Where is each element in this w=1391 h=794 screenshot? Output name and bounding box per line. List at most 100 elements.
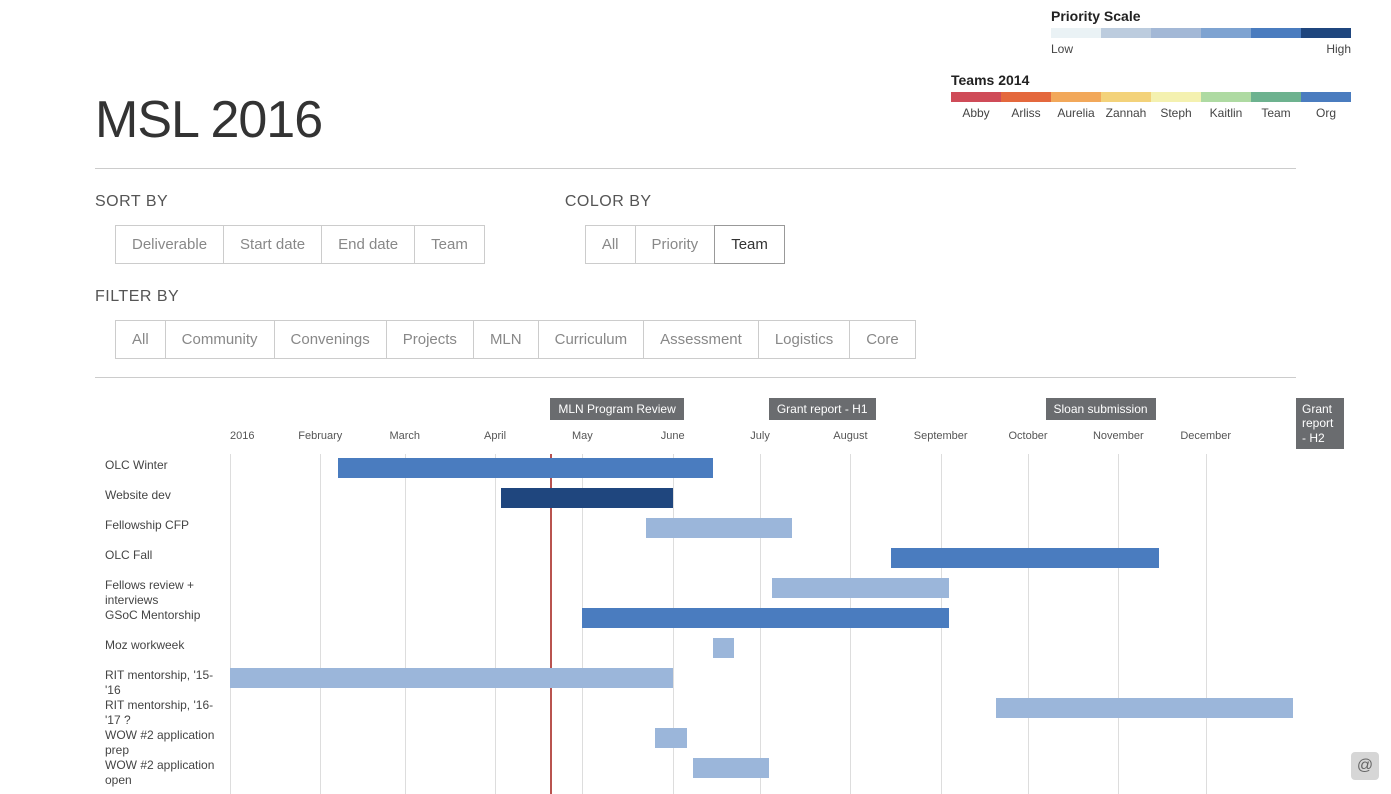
color-by-heading: COLOR BY <box>565 193 785 211</box>
sort-by-group: SORT BY DeliverableStart dateEnd dateTea… <box>95 193 485 264</box>
team-legend-label: Zannah <box>1101 106 1151 120</box>
priority-swatch <box>1151 28 1201 38</box>
team-swatch <box>1151 92 1201 102</box>
gantt-bar[interactable] <box>772 578 950 598</box>
gantt-bar[interactable] <box>646 518 792 538</box>
gantt-row-label: Moz workweek <box>105 634 230 653</box>
gantt-chart: MLN Program Review Grant report - H1 Sloan… <box>105 398 1296 794</box>
divider <box>95 168 1296 169</box>
team-legend-label: Aurelia <box>1051 106 1101 120</box>
team-legend-label: Arliss <box>1001 106 1051 120</box>
gantt-row-plot <box>230 694 1296 724</box>
gantt-row: Moz workweek <box>105 634 1296 664</box>
gantt-bar[interactable] <box>655 728 687 748</box>
gantt-row-label: Website dev <box>105 484 230 503</box>
team-legend-label: Org <box>1301 106 1351 120</box>
gantt-row-plot <box>230 754 1296 784</box>
gantt-bar[interactable] <box>582 608 949 628</box>
gantt-row: OLC Fall <box>105 544 1296 574</box>
priority-swatch <box>1201 28 1251 38</box>
team-swatch <box>1301 92 1351 102</box>
gantt-bar[interactable] <box>230 668 673 688</box>
gantt-row-plot <box>230 454 1296 484</box>
month-label: June <box>661 430 685 442</box>
month-label: 2016 <box>230 430 254 442</box>
filter-button-convenings[interactable]: Convenings <box>274 320 387 359</box>
gantt-row-plot <box>230 604 1296 634</box>
filter-button-community[interactable]: Community <box>165 320 275 359</box>
gantt-row: WOW #2 application prep <box>105 724 1296 754</box>
team-swatch <box>1251 92 1301 102</box>
notifications-button[interactable]: @ <box>1351 752 1379 780</box>
priority-high-label: High <box>1326 42 1351 56</box>
gantt-row: RIT mentorship, '15-'16 <box>105 664 1296 694</box>
gantt-bar[interactable] <box>693 758 769 778</box>
month-label: March <box>389 430 420 442</box>
filter-button-assessment[interactable]: Assessment <box>643 320 759 359</box>
month-label: August <box>833 430 867 442</box>
gantt-row-plot <box>230 484 1296 514</box>
sort-by-heading: SORT BY <box>95 193 485 211</box>
team-legend-label: Abby <box>951 106 1001 120</box>
gantt-row: GSoC Mentorship <box>105 604 1296 634</box>
sort-button-start-date[interactable]: Start date <box>223 225 322 264</box>
gantt-bar[interactable] <box>996 698 1293 718</box>
milestone-flag: Grant report - H2 <box>1296 398 1344 449</box>
priority-swatch <box>1101 28 1151 38</box>
gantt-bar[interactable] <box>713 638 733 658</box>
gantt-row-label: WOW #2 application open <box>105 754 230 788</box>
color-button-team[interactable]: Team <box>714 225 785 264</box>
priority-swatch <box>1301 28 1351 38</box>
filter-button-logistics[interactable]: Logistics <box>758 320 850 359</box>
divider-2 <box>95 377 1296 378</box>
sort-button-end-date[interactable]: End date <box>321 225 415 264</box>
priority-legend: Priority Scale Low High <box>1051 8 1351 56</box>
color-by-group: COLOR BY AllPriorityTeam <box>565 193 785 264</box>
gantt-row-plot <box>230 544 1296 574</box>
month-label: September <box>914 430 968 442</box>
color-button-priority[interactable]: Priority <box>635 225 716 264</box>
gantt-row: RIT mentorship, '16-'17 ? <box>105 694 1296 724</box>
month-label: May <box>572 430 593 442</box>
sort-button-team[interactable]: Team <box>414 225 485 264</box>
gantt-row-label: Fellowship CFP <box>105 514 230 533</box>
gantt-row-plot <box>230 514 1296 544</box>
gantt-row-label: RIT mentorship, '16-'17 ? <box>105 694 230 728</box>
mention-icon: @ <box>1357 757 1373 775</box>
gantt-row-label: WOW #2 application prep <box>105 724 230 758</box>
milestone-flag: Grant report - H1 <box>769 398 876 420</box>
filter-button-curriculum[interactable]: Curriculum <box>538 320 645 359</box>
month-label: October <box>1008 430 1047 442</box>
team-legend-label: Team <box>1251 106 1301 120</box>
gantt-row-label: GSoC Mentorship <box>105 604 230 623</box>
milestone-flag: Sloan submission <box>1046 398 1156 420</box>
team-swatch <box>1051 92 1101 102</box>
gantt-row: WOW #2 application open <box>105 754 1296 784</box>
filter-button-core[interactable]: Core <box>849 320 916 359</box>
gantt-bar[interactable] <box>501 488 673 508</box>
gantt-row-label: OLC Winter <box>105 454 230 473</box>
milestone-flag: MLN Program Review <box>550 398 683 420</box>
sort-button-deliverable[interactable]: Deliverable <box>115 225 224 264</box>
month-label: November <box>1093 430 1144 442</box>
filter-button-projects[interactable]: Projects <box>386 320 474 359</box>
gantt-row: Fellows review + interviews <box>105 574 1296 604</box>
team-swatch <box>1001 92 1051 102</box>
filter-by-heading: FILTER BY <box>95 288 1296 306</box>
team-swatch <box>1101 92 1151 102</box>
month-label: February <box>298 430 342 442</box>
gantt-bar[interactable] <box>338 458 714 478</box>
month-label: July <box>750 430 770 442</box>
gantt-bar[interactable] <box>891 548 1159 568</box>
gantt-row-plot <box>230 574 1296 604</box>
filter-by-group: FILTER BY AllCommunityConveningsProjects… <box>95 288 1296 359</box>
gantt-row-label: RIT mentorship, '15-'16 <box>105 664 230 698</box>
filter-button-all[interactable]: All <box>115 320 166 359</box>
gantt-row-plot <box>230 664 1296 694</box>
filter-button-mln[interactable]: MLN <box>473 320 539 359</box>
gantt-row-label: Fellows review + interviews <box>105 574 230 608</box>
month-label: December <box>1180 430 1231 442</box>
month-label: April <box>484 430 506 442</box>
color-button-all[interactable]: All <box>585 225 636 264</box>
legends: Priority Scale Low High Teams 2014 AbbyA… <box>951 8 1351 120</box>
